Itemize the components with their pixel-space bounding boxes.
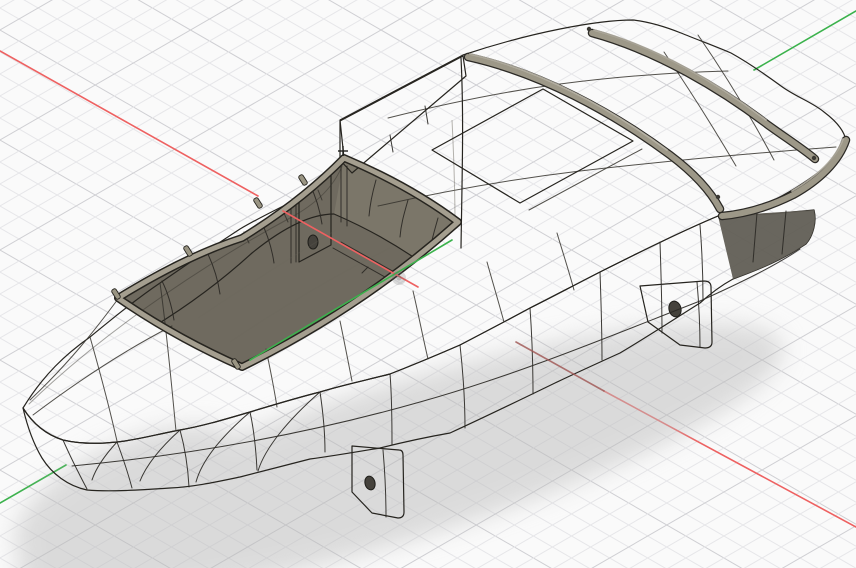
- origin-indicator: [392, 271, 406, 285]
- cad-viewport-canvas[interactable]: [0, 0, 856, 568]
